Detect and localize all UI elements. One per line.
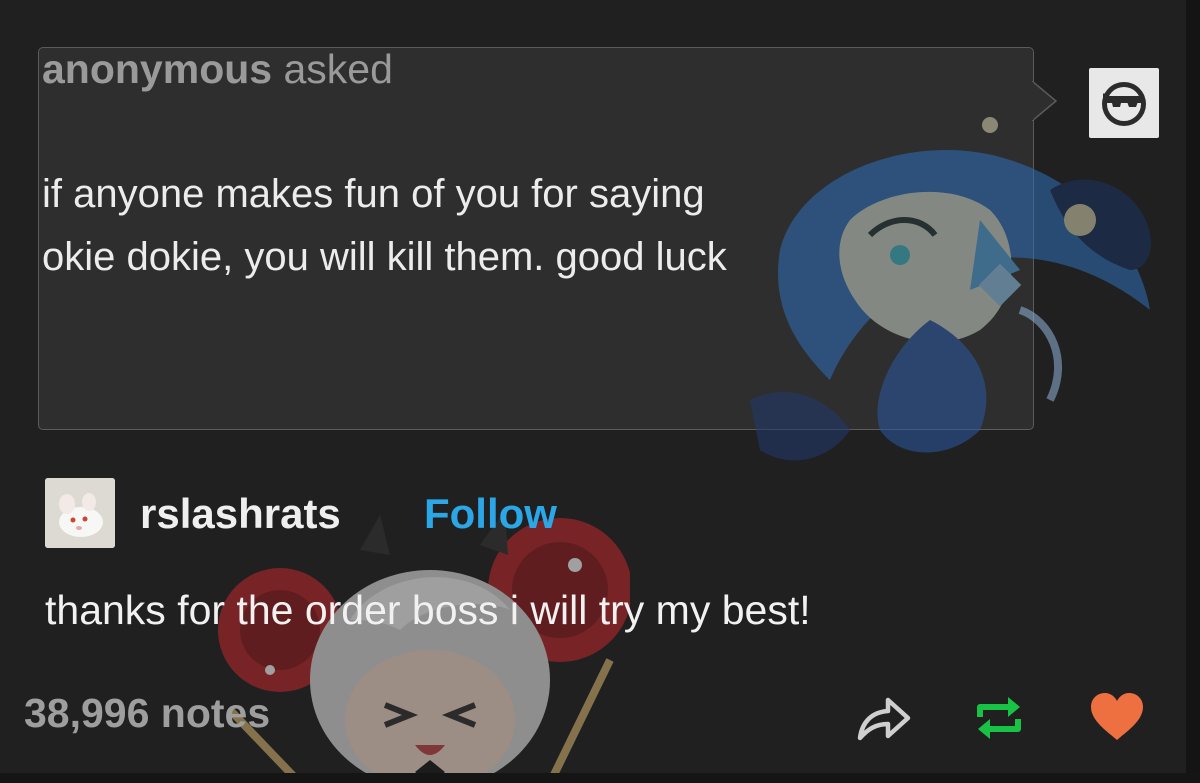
like-button[interactable] — [1088, 690, 1146, 744]
share-button[interactable] — [856, 694, 912, 744]
asked-label: asked — [283, 46, 393, 92]
rat-avatar-icon — [45, 478, 115, 548]
follow-button[interactable]: Follow — [424, 490, 557, 538]
sunglasses-face-icon — [1102, 82, 1146, 126]
background-character-art-red — [218, 510, 630, 783]
username[interactable]: rslashrats — [140, 490, 341, 538]
user-avatar[interactable] — [45, 478, 115, 548]
scrollbar-track — [1186, 0, 1200, 783]
ask-question: if anyone makes fun of you for saying ok… — [42, 163, 972, 289]
reblog-button[interactable] — [972, 691, 1026, 745]
ask-box-pointer — [1032, 81, 1058, 121]
ask-question-line-1: if anyone makes fun of you for saying — [42, 172, 705, 216]
asker-name: anonymous — [42, 46, 273, 92]
ask-header: anonymous asked — [42, 46, 393, 93]
notes-count[interactable]: 38,996 notes — [24, 690, 270, 737]
reply-text: thanks for the order boss i will try my … — [45, 587, 811, 633]
share-arrow-icon — [857, 697, 911, 741]
bottom-edge — [0, 773, 1200, 783]
asker-avatar[interactable] — [1089, 68, 1159, 138]
heart-icon — [1091, 693, 1143, 740]
reblog-icon — [977, 697, 1021, 739]
ask-question-line-2: okie dokie, you will kill them. good luc… — [42, 235, 727, 279]
